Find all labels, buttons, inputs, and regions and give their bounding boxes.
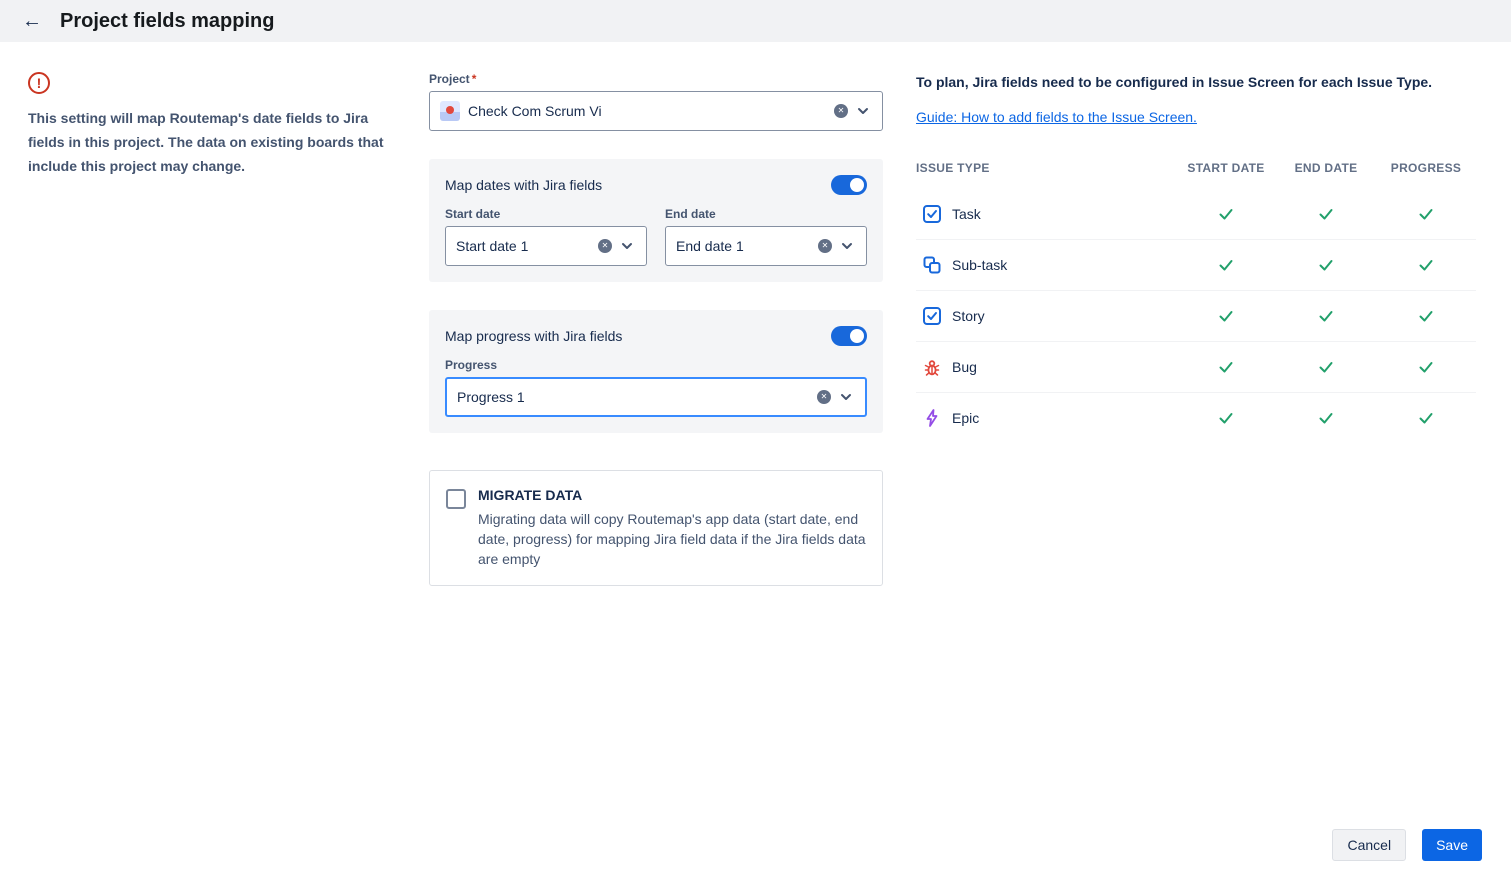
column-header-issue-type: ISSUE TYPE bbox=[916, 161, 1176, 175]
mapping-form: Project* Check Com Scrum Vi ✕ Map dates … bbox=[429, 72, 883, 586]
chevron-down-icon[interactable] bbox=[620, 239, 636, 253]
project-select-value: Check Com Scrum Vi bbox=[468, 103, 826, 119]
warning-text: This setting will map Routemap's date fi… bbox=[28, 106, 398, 178]
end-date-check bbox=[1276, 409, 1376, 427]
clear-icon[interactable]: ✕ bbox=[818, 239, 832, 253]
map-dates-toggle[interactable] bbox=[831, 175, 867, 195]
column-header-start-date: START DATE bbox=[1176, 161, 1276, 175]
info-text: To plan, Jira fields need to be configur… bbox=[916, 72, 1476, 92]
progress-label: Progress bbox=[445, 358, 867, 372]
warning-panel: ! This setting will map Routemap's date … bbox=[28, 72, 400, 586]
map-progress-card: Map progress with Jira fields Progress P… bbox=[429, 310, 883, 433]
story-icon bbox=[922, 306, 942, 326]
start-date-check bbox=[1176, 358, 1276, 376]
end-date-label: End date bbox=[665, 207, 867, 221]
start-date-select-value: Start date 1 bbox=[456, 238, 590, 254]
footer-actions: Cancel Save bbox=[1332, 829, 1482, 861]
end-date-check bbox=[1276, 358, 1376, 376]
check-icon bbox=[1221, 210, 1232, 219]
project-label: Project* bbox=[429, 72, 883, 86]
map-progress-toggle[interactable] bbox=[831, 326, 867, 346]
table-row: Epic bbox=[916, 393, 1476, 443]
bug-icon bbox=[922, 357, 942, 377]
end-date-check bbox=[1276, 256, 1376, 274]
progress-check bbox=[1376, 205, 1476, 223]
table-row: Bug bbox=[916, 342, 1476, 393]
issue-type-label: Task bbox=[952, 206, 981, 222]
map-progress-title: Map progress with Jira fields bbox=[445, 328, 622, 344]
guide-link[interactable]: Guide: How to add fields to the Issue Sc… bbox=[916, 109, 1197, 125]
clear-icon[interactable]: ✕ bbox=[598, 239, 612, 253]
arrow-left-icon: ← bbox=[22, 10, 42, 33]
chevron-down-icon[interactable] bbox=[856, 104, 872, 118]
save-button[interactable]: Save bbox=[1422, 829, 1482, 861]
chevron-down-icon[interactable] bbox=[839, 390, 855, 404]
page-title: Project fields mapping bbox=[60, 10, 274, 33]
table-row: Sub-task bbox=[916, 240, 1476, 291]
project-avatar-icon bbox=[440, 101, 460, 121]
required-asterisk: * bbox=[472, 72, 477, 86]
page-header: ← Project fields mapping bbox=[0, 0, 1511, 42]
progress-check bbox=[1376, 307, 1476, 325]
start-date-select[interactable]: Start date 1 ✕ bbox=[445, 226, 647, 266]
issue-type-table: ISSUE TYPE START DATE END DATE PROGRESS … bbox=[916, 153, 1476, 443]
table-row: Story bbox=[916, 291, 1476, 342]
end-date-select[interactable]: End date 1 ✕ bbox=[665, 226, 867, 266]
table-header-row: ISSUE TYPE START DATE END DATE PROGRESS bbox=[916, 153, 1476, 189]
progress-check bbox=[1376, 256, 1476, 274]
start-date-check bbox=[1176, 205, 1276, 223]
table-row: Task bbox=[916, 189, 1476, 240]
progress-select[interactable]: Progress 1 ✕ bbox=[445, 377, 867, 417]
migrate-data-description: Migrating data will copy Routemap's app … bbox=[478, 509, 866, 569]
issue-type-panel: To plan, Jira fields need to be configur… bbox=[916, 72, 1476, 586]
end-date-check bbox=[1276, 307, 1376, 325]
map-dates-title: Map dates with Jira fields bbox=[445, 177, 602, 193]
task-icon bbox=[922, 204, 942, 224]
error-icon: ! bbox=[28, 72, 50, 94]
clear-icon[interactable]: ✕ bbox=[834, 104, 848, 118]
issue-type-label: Bug bbox=[952, 359, 977, 375]
cancel-button[interactable]: Cancel bbox=[1332, 829, 1406, 861]
progress-check bbox=[1376, 358, 1476, 376]
end-date-select-value: End date 1 bbox=[676, 238, 810, 254]
start-date-check bbox=[1176, 409, 1276, 427]
issue-type-label: Epic bbox=[952, 410, 979, 426]
back-button[interactable]: ← bbox=[18, 7, 46, 35]
end-date-check bbox=[1276, 205, 1376, 223]
progress-select-value: Progress 1 bbox=[457, 389, 809, 405]
epic-icon bbox=[922, 408, 942, 428]
migrate-data-title: MIGRATE DATA bbox=[478, 487, 866, 503]
start-date-check bbox=[1176, 256, 1276, 274]
toggle-knob bbox=[850, 329, 864, 343]
progress-check bbox=[1376, 409, 1476, 427]
subtask-icon bbox=[922, 255, 942, 275]
start-date-label: Start date bbox=[445, 207, 647, 221]
toggle-knob bbox=[850, 178, 864, 192]
column-header-end-date: END DATE bbox=[1276, 161, 1376, 175]
migrate-data-card: MIGRATE DATA Migrating data will copy Ro… bbox=[429, 470, 883, 586]
start-date-check bbox=[1176, 307, 1276, 325]
issue-type-label: Sub-task bbox=[952, 257, 1007, 273]
issue-type-label: Story bbox=[952, 308, 985, 324]
migrate-data-checkbox[interactable] bbox=[446, 489, 466, 509]
chevron-down-icon[interactable] bbox=[840, 239, 856, 253]
column-header-progress: PROGRESS bbox=[1376, 161, 1476, 175]
project-select[interactable]: Check Com Scrum Vi ✕ bbox=[429, 91, 883, 131]
clear-icon[interactable]: ✕ bbox=[817, 390, 831, 404]
map-dates-card: Map dates with Jira fields Start date St… bbox=[429, 159, 883, 282]
